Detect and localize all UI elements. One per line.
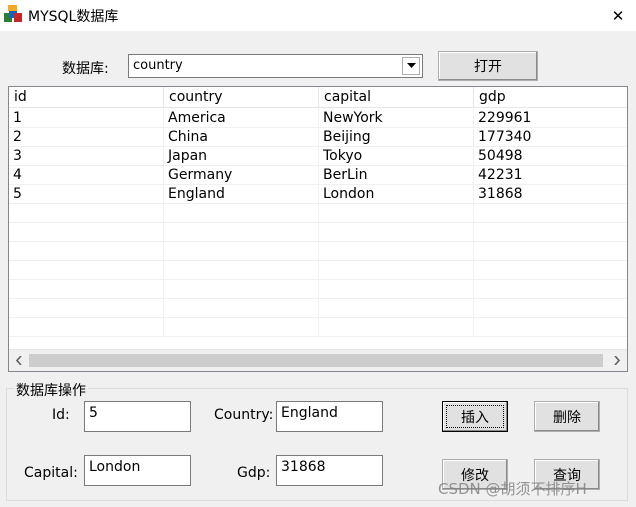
empty-row — [9, 223, 627, 242]
table-cell: 50498 — [474, 147, 627, 166]
table-cell: Germany — [164, 166, 319, 185]
gdp-input[interactable]: 31868 — [276, 455, 383, 486]
column-header-country[interactable]: country — [164, 87, 319, 108]
table-cell: 177340 — [474, 128, 627, 147]
table-cell: 1 — [9, 109, 164, 128]
scrollbar-thumb[interactable] — [29, 354, 603, 367]
title-bar: MYSQL数据库 ✕ — [0, 0, 636, 31]
country-input[interactable]: England — [276, 401, 383, 432]
table-cell: 31868 — [474, 185, 627, 204]
table-cell: Tokyo — [319, 147, 474, 166]
close-button[interactable]: ✕ — [600, 0, 636, 31]
open-button[interactable]: 打开 — [438, 51, 538, 81]
empty-row — [9, 204, 627, 223]
column-header-gdp[interactable]: gdp — [474, 87, 627, 108]
table-row[interactable]: 3 Japan Tokyo 50498 — [9, 147, 627, 166]
table-cell: 229961 — [474, 109, 627, 128]
empty-row — [9, 299, 627, 318]
chevron-right-icon[interactable] — [607, 350, 627, 371]
insert-button[interactable]: 插入 — [442, 401, 508, 432]
chevron-down-icon[interactable] — [402, 57, 420, 75]
table-cell: 5 — [9, 185, 164, 204]
operations-group-title: 数据库操作 — [14, 380, 88, 400]
table-cell: NewYork — [319, 109, 474, 128]
empty-row — [9, 242, 627, 261]
column-header-capital[interactable]: capital — [319, 87, 474, 108]
id-input[interactable]: 5 — [84, 401, 191, 432]
table-cell: 2 — [9, 128, 164, 147]
empty-row — [9, 261, 627, 280]
table-row[interactable]: 5 England London 31868 — [9, 185, 627, 204]
window-title: MYSQL数据库 — [28, 9, 119, 25]
table-row[interactable]: 1 America NewYork 229961 — [9, 109, 627, 128]
close-icon: ✕ — [611, 6, 625, 25]
column-header-id[interactable]: id — [9, 87, 164, 108]
horizontal-scrollbar[interactable] — [9, 349, 627, 371]
table-cell: 42231 — [474, 166, 627, 185]
table-cell: China — [164, 128, 319, 147]
capital-input[interactable]: London — [84, 455, 191, 486]
table-header: id country capital gdp — [9, 87, 627, 108]
capital-label: Capital: — [24, 465, 78, 481]
empty-row — [9, 318, 627, 337]
watermark: CSDN @胡须不排序H — [438, 480, 587, 498]
table-cell: 3 — [9, 147, 164, 166]
table-cell: 4 — [9, 166, 164, 185]
id-label: Id: — [52, 407, 70, 423]
data-table[interactable]: id country capital gdp 1 America NewYork… — [8, 86, 628, 372]
table-cell: Japan — [164, 147, 319, 166]
table-cell: BerLin — [319, 166, 474, 185]
table-cell: England — [164, 185, 319, 204]
chevron-left-icon[interactable] — [9, 350, 29, 371]
table-row[interactable]: 2 China Beijing 177340 — [9, 128, 627, 147]
mysql-app-icon — [4, 5, 22, 22]
database-label: 数据库: — [62, 61, 109, 77]
table-body: 1 America NewYork 229961 2 China Beijing… — [9, 109, 627, 337]
database-select-value: country — [133, 58, 183, 73]
country-label: Country: — [214, 407, 274, 423]
delete-button[interactable]: 删除 — [534, 401, 600, 432]
table-cell: America — [164, 109, 319, 128]
table-row[interactable]: 4 Germany BerLin 42231 — [9, 166, 627, 185]
table-cell: London — [319, 185, 474, 204]
table-cell: Beijing — [319, 128, 474, 147]
empty-row — [9, 280, 627, 299]
gdp-label: Gdp: — [237, 465, 271, 481]
database-select[interactable]: country — [128, 54, 423, 78]
